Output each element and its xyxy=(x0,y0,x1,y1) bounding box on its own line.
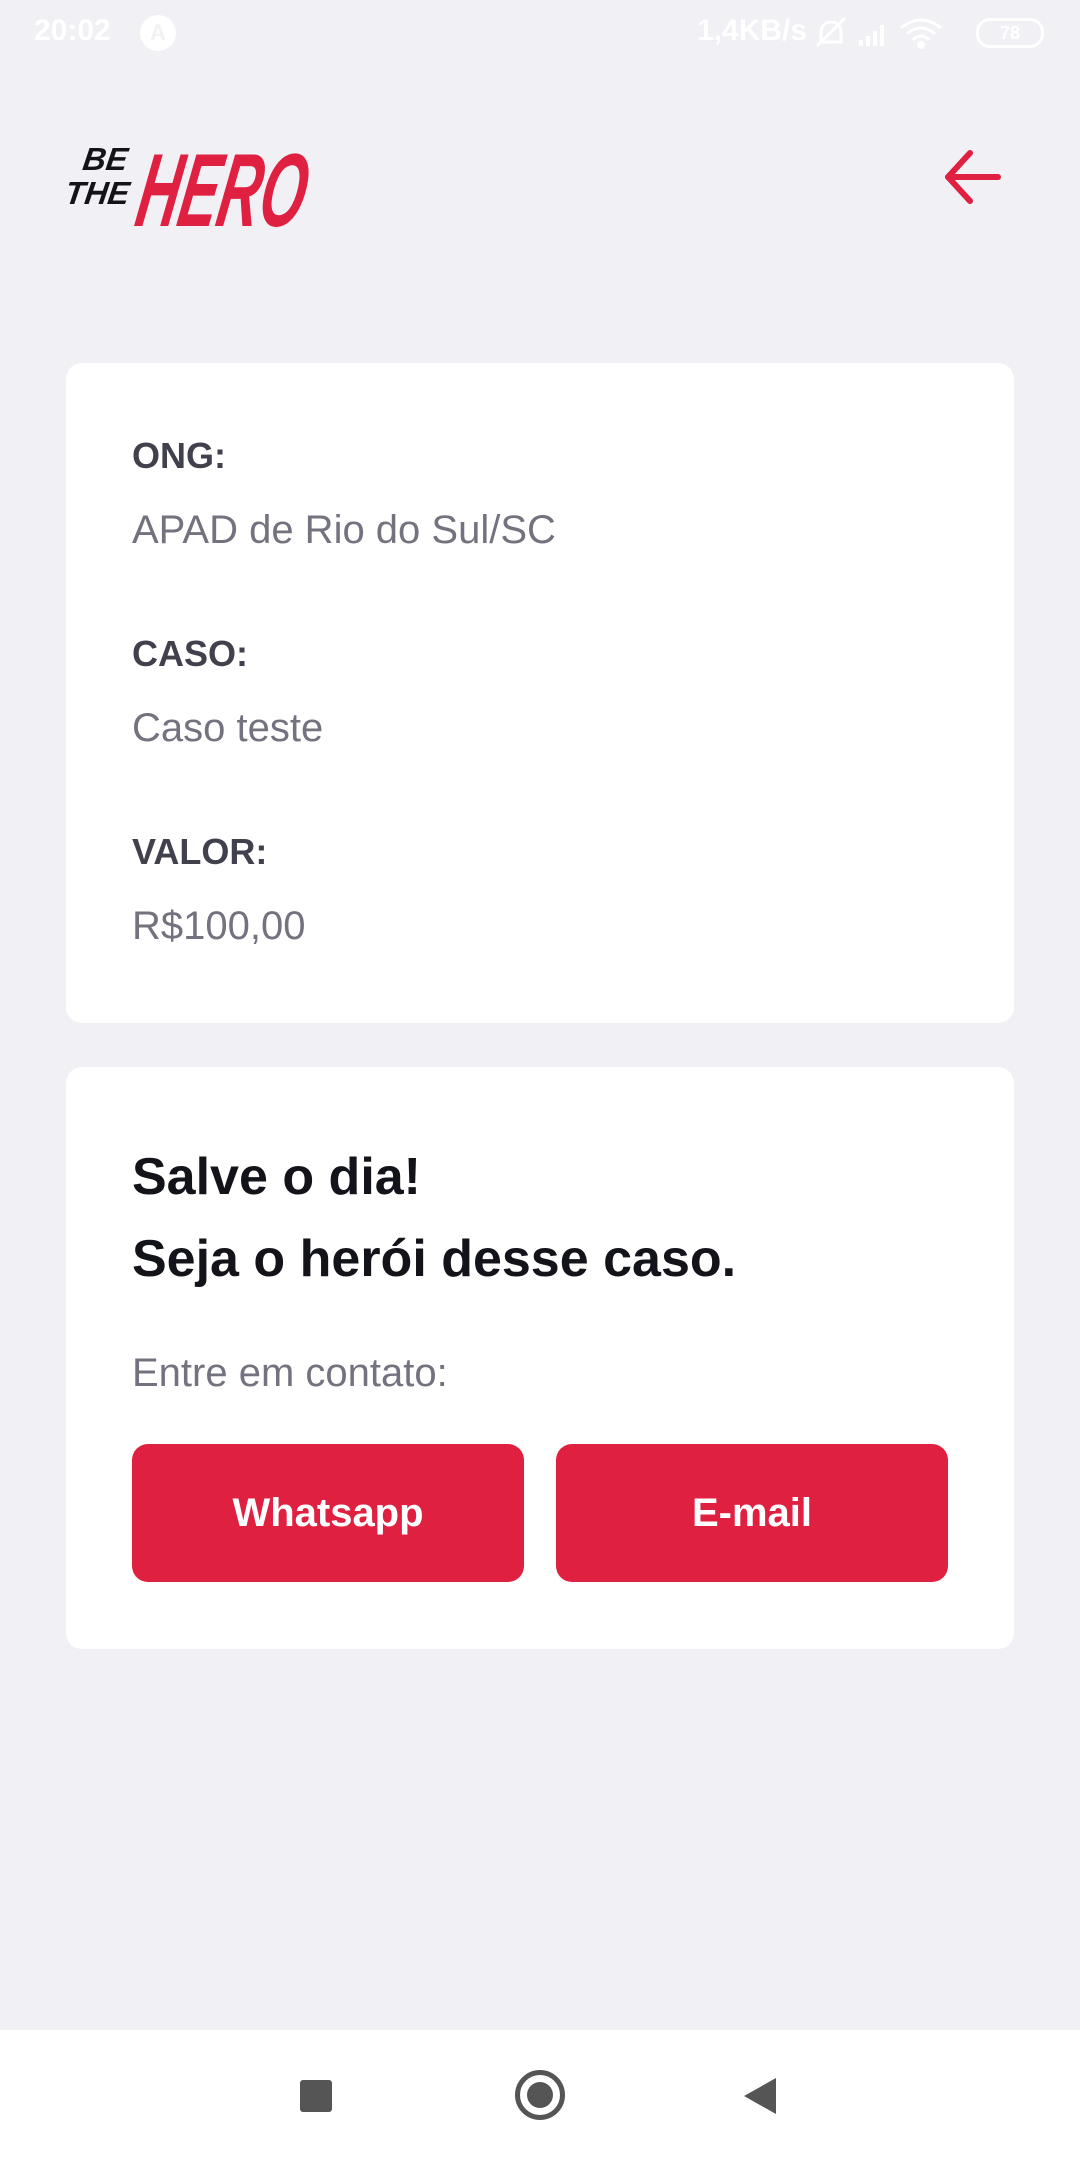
back-button[interactable] xyxy=(940,145,1004,209)
recent-apps-button[interactable] xyxy=(300,2080,332,2112)
home-button[interactable] xyxy=(515,2070,565,2120)
whatsapp-button[interactable]: Whatsapp xyxy=(132,1444,524,1582)
logo: BE THE HERO xyxy=(63,118,334,249)
case-label: CASO: xyxy=(132,633,248,674)
ong-label: ONG: xyxy=(132,435,226,476)
navigation-bar xyxy=(0,2030,1080,2160)
status-icons xyxy=(815,12,965,64)
logo-text-the: THE xyxy=(64,175,133,211)
ong-value: APAD de Rio do Sul/SC xyxy=(132,508,556,552)
value-amount: R$100,00 xyxy=(132,904,306,948)
mute-bell-icon xyxy=(815,16,847,48)
hero-title-line2: Seja o herói desse caso. xyxy=(132,1230,737,1288)
signal-icon xyxy=(859,25,884,46)
system-back-button[interactable] xyxy=(742,2076,778,2116)
incident-card: ONG: APAD de Rio do Sul/SC CASO: Caso te… xyxy=(66,363,1014,1023)
triangle-left-icon xyxy=(744,2078,776,2114)
case-value: Caso teste xyxy=(132,706,324,750)
contact-description: Entre em contato: xyxy=(132,1351,448,1395)
logo-text-be: BE xyxy=(81,141,132,177)
email-button[interactable]: E-mail xyxy=(556,1444,948,1582)
circle-icon xyxy=(527,2082,553,2108)
network-speed: 1,4KB/s xyxy=(697,14,808,47)
value-label: VALOR: xyxy=(132,831,268,872)
battery-icon: 78 xyxy=(976,18,1044,48)
wifi-icon xyxy=(900,18,942,49)
status-time: 20:02 xyxy=(34,14,111,47)
contact-card: Salve o dia! Seja o herói desse caso. En… xyxy=(66,1067,1014,1649)
hero-title-line1: Salve o dia! xyxy=(132,1148,421,1206)
app-notification-icon: A xyxy=(140,15,176,51)
status-bar: 20:02 A 1,4KB/s 78 xyxy=(0,0,1080,68)
arrow-left-icon xyxy=(945,150,1001,204)
logo-text-hero: HERO xyxy=(129,133,317,238)
